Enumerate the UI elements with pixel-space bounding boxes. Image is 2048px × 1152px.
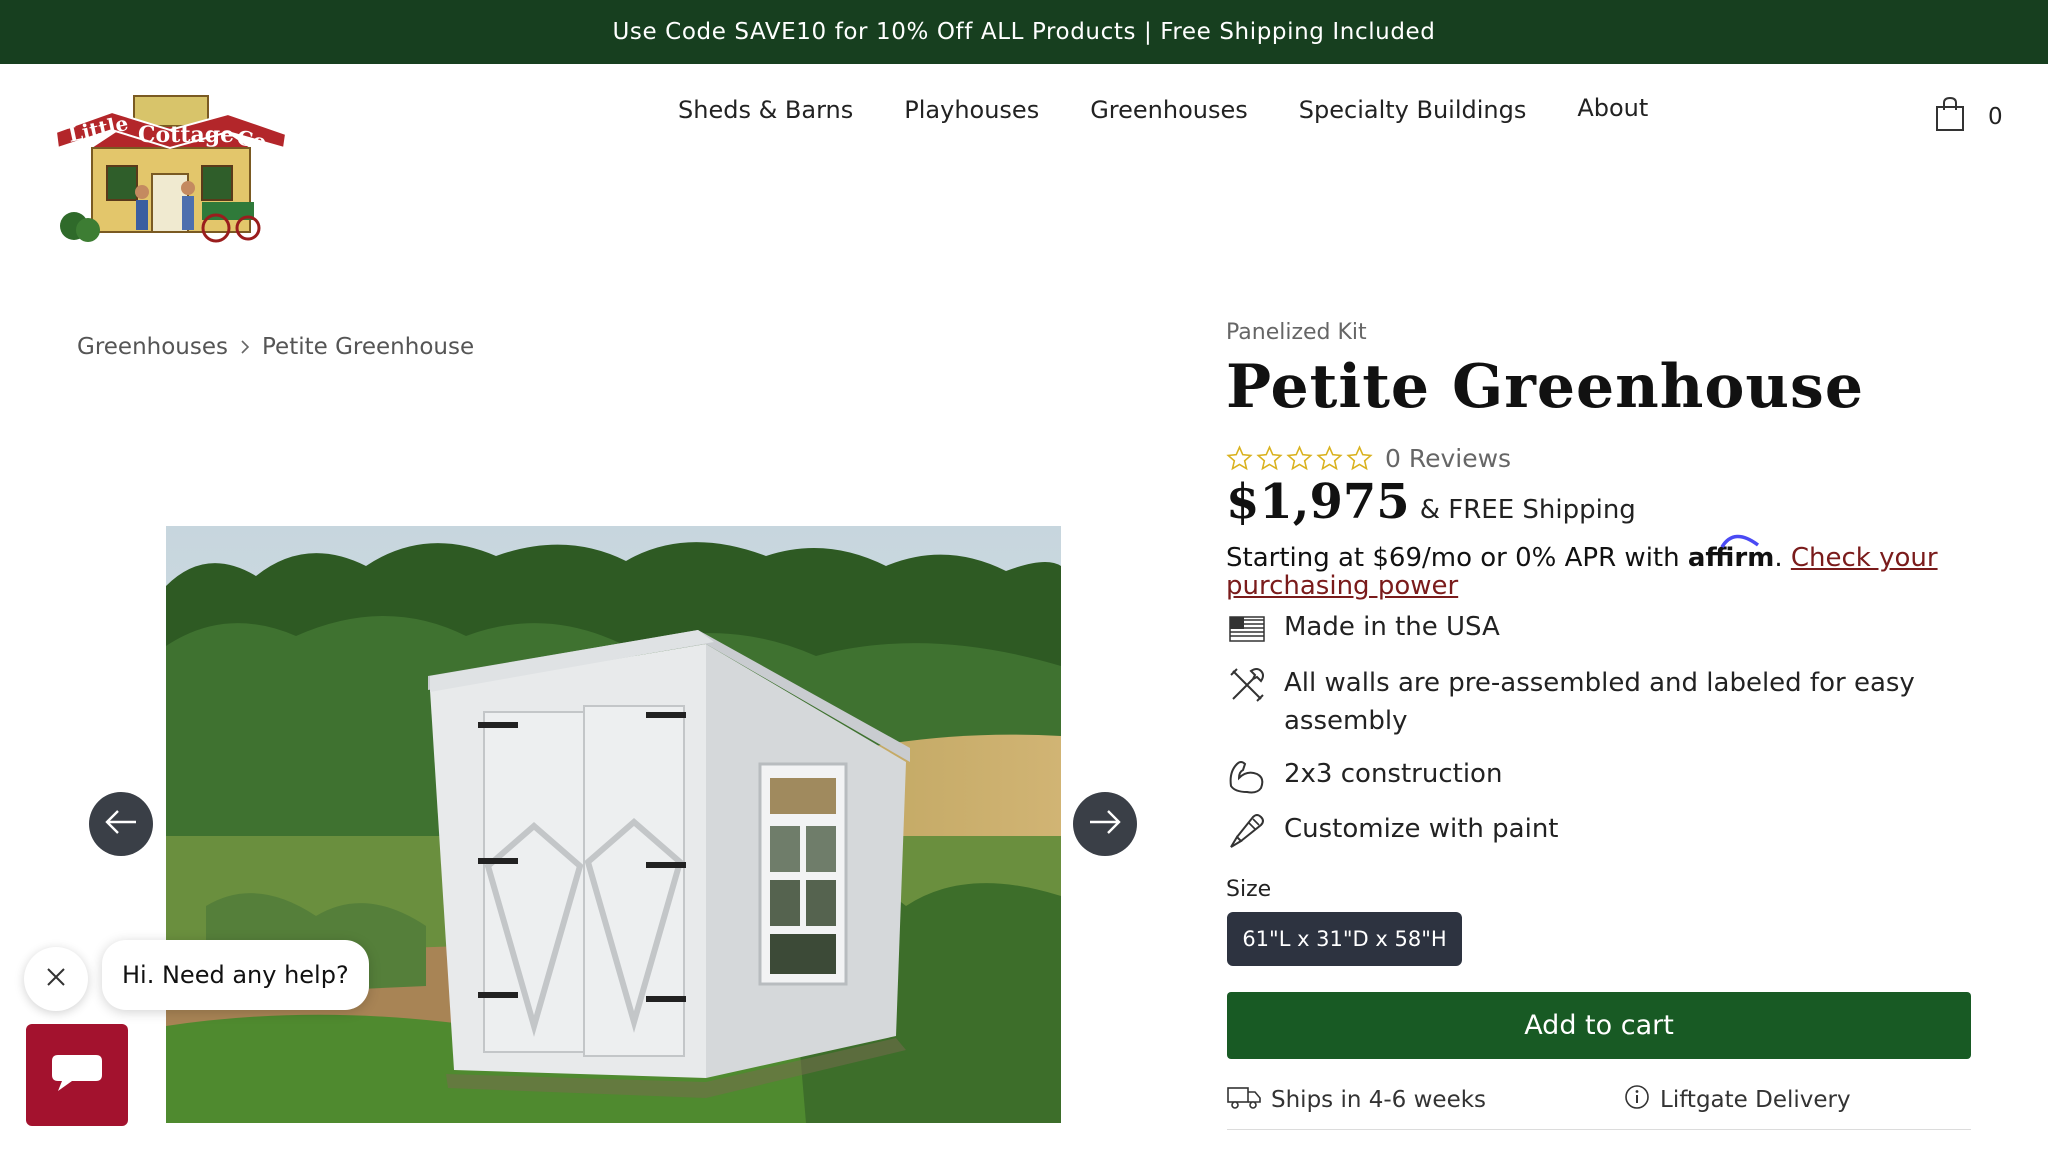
tools-icon xyxy=(1226,664,1268,706)
nav-greenhouses[interactable]: Greenhouses xyxy=(1090,96,1248,124)
star-rating xyxy=(1226,445,1373,472)
delivery-text: Liftgate Delivery xyxy=(1660,1087,1851,1113)
star-icon xyxy=(1256,445,1283,471)
paintbrush-icon xyxy=(1226,810,1268,852)
chat-greeting-bubble[interactable]: Hi. Need any help? xyxy=(102,940,369,1010)
announcement-text: Use Code SAVE10 for 10% Off ALL Products… xyxy=(612,19,1436,45)
size-label: Size xyxy=(1226,877,1272,902)
feature-customize-paint: Customize with paint xyxy=(1226,810,1559,852)
review-count[interactable]: 0 Reviews xyxy=(1385,444,1511,473)
next-image-button[interactable] xyxy=(1073,792,1137,856)
prev-image-button[interactable] xyxy=(89,792,153,856)
announcement-bar: Use Code SAVE10 for 10% Off ALL Products… xyxy=(0,0,2048,64)
product-image[interactable] xyxy=(166,526,1061,1123)
us-flag-icon xyxy=(1226,608,1268,650)
shipping-info: Ships in 4-6 weeks Liftgate Delivery xyxy=(1227,1084,1971,1116)
arrow-left-icon xyxy=(104,809,138,839)
star-icon xyxy=(1286,445,1313,471)
feature-preassembled-walls: All walls are pre-assembled and labeled … xyxy=(1226,664,1926,740)
truck-icon xyxy=(1227,1084,1261,1116)
cart-count: 0 xyxy=(1988,104,2003,130)
star-icon xyxy=(1346,445,1373,471)
nav-sheds-barns[interactable]: Sheds & Barns xyxy=(678,96,853,124)
star-icon xyxy=(1316,445,1343,471)
svg-text:Cottage: Cottage xyxy=(138,122,234,148)
product-kit-label: Panelized Kit xyxy=(1226,320,1367,345)
star-icon xyxy=(1226,445,1253,471)
affirm-arc-icon xyxy=(1720,534,1759,548)
feature-text: Customize with paint xyxy=(1284,814,1559,844)
ships-timeframe: Ships in 4-6 weeks xyxy=(1227,1084,1486,1116)
product-price: $1,975 xyxy=(1226,474,1410,530)
feature-2x3-construction: 2x3 construction xyxy=(1226,755,1502,797)
feature-text: 2x3 construction xyxy=(1284,759,1503,789)
product-title: Petite Greenhouse xyxy=(1226,352,1865,422)
ships-text: Ships in 4-6 weeks xyxy=(1271,1087,1487,1113)
cart-button[interactable]: 0 xyxy=(1934,96,2003,138)
shipping-note: & FREE Shipping xyxy=(1419,495,1636,525)
info-icon xyxy=(1624,1084,1650,1116)
close-icon xyxy=(46,967,66,991)
nav-specialty-buildings[interactable]: Specialty Buildings xyxy=(1299,96,1527,124)
site-logo[interactable]: Little Cottage Co. xyxy=(52,90,290,248)
breadcrumb-current: Petite Greenhouse xyxy=(262,334,475,360)
chat-bubble-icon xyxy=(48,1051,106,1099)
breadcrumb-parent[interactable]: Greenhouses xyxy=(77,334,228,360)
divider xyxy=(1227,1129,1971,1130)
financing-message: Starting at $69/mo or 0% APR with affirm… xyxy=(1226,534,1986,600)
liftgate-delivery[interactable]: Liftgate Delivery xyxy=(1624,1084,1851,1116)
financing-prefix: Starting at $69/mo or 0% APR with xyxy=(1226,543,1680,573)
size-option-selected[interactable]: 61"L x 31"D x 58"H xyxy=(1227,912,1462,966)
affirm-logo: affirm xyxy=(1688,534,1774,573)
chat-dismiss-button[interactable] xyxy=(24,947,88,1011)
shopping-bag-icon xyxy=(1934,96,1966,138)
feature-text: All walls are pre-assembled and labeled … xyxy=(1284,668,1915,736)
main-nav: Sheds & Barns Playhouses Greenhouses Spe… xyxy=(678,94,1648,124)
product-rating[interactable]: 0 Reviews xyxy=(1226,444,1511,473)
add-to-cart-button[interactable]: Add to cart xyxy=(1227,992,1971,1059)
feature-text: Made in the USA xyxy=(1284,612,1500,642)
breadcrumb: Greenhouses Petite Greenhouse xyxy=(77,334,474,360)
flexed-arm-icon xyxy=(1226,755,1268,797)
price-row: $1,975 & FREE Shipping xyxy=(1226,474,1636,530)
chat-open-button[interactable] xyxy=(26,1024,128,1126)
arrow-right-icon xyxy=(1088,809,1122,839)
nav-about[interactable]: About xyxy=(1577,94,1648,122)
feature-made-in-usa: Made in the USA xyxy=(1226,608,1500,650)
chat-greeting-text: Hi. Need any help? xyxy=(122,961,349,989)
chevron-right-icon xyxy=(240,335,250,359)
nav-playhouses[interactable]: Playhouses xyxy=(904,96,1039,124)
